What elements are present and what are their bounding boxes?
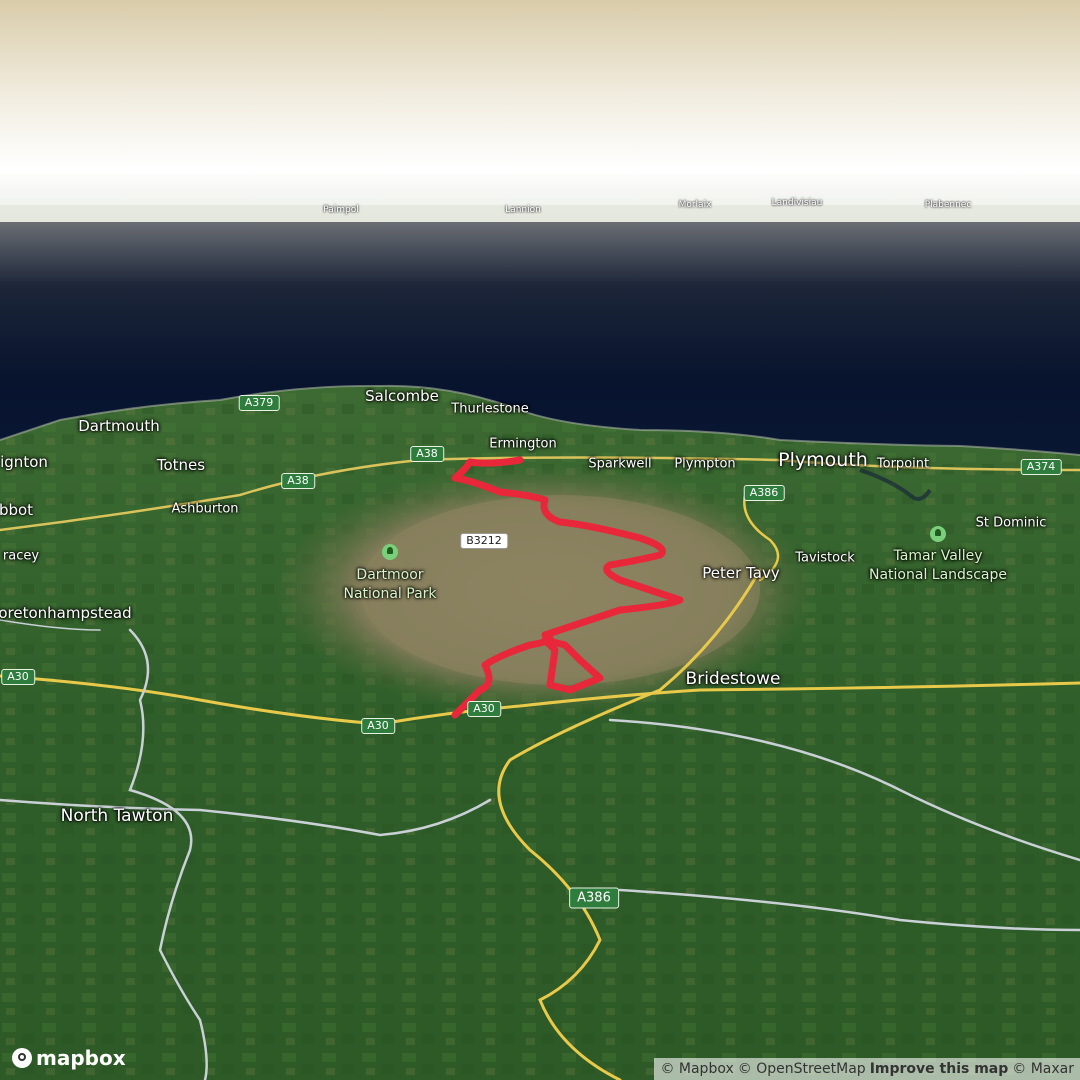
park-dartmoor-line1: Dartmoor <box>356 567 424 583</box>
road-shield-a38: A38 <box>410 446 444 462</box>
place-torpoint: Torpoint <box>876 456 930 472</box>
mapbox-logo-text: mapbox <box>36 1046 126 1070</box>
place-plymouth: Plymouth <box>778 449 868 471</box>
attribution-osm[interactable]: © OpenStreetMap <box>738 1061 866 1077</box>
place-plabennec: Plabennec <box>924 200 972 210</box>
park-dartmoor: Dartmoor National Park <box>343 566 436 604</box>
sky <box>0 0 1080 225</box>
attribution-mapbox[interactable]: © Mapbox <box>660 1061 733 1077</box>
mapbox-logo[interactable]: mapbox <box>12 1046 126 1070</box>
attribution-improve[interactable]: Improve this map <box>870 1061 1009 1077</box>
place-tavistock: Tavistock <box>795 550 855 566</box>
satellite-map[interactable] <box>0 0 1080 1080</box>
place-paignton: ignton <box>0 453 48 471</box>
road-shield-a38: A38 <box>281 473 315 489</box>
place-thurlestone: Thurlestone <box>451 401 529 417</box>
place-tracey: racey <box>2 548 40 564</box>
attribution-maxar[interactable]: © Maxar <box>1012 1061 1074 1077</box>
attribution: © Mapbox © OpenStreetMap Improve this ma… <box>654 1058 1080 1080</box>
place-morlaix: Morlaix <box>678 200 712 210</box>
place-moretonhampstead: oretonhampstead <box>0 604 132 622</box>
place-ermington: Ermington <box>489 436 557 452</box>
place-st-dominic: St Dominic <box>975 515 1047 531</box>
road-shield-a379: A379 <box>238 395 280 411</box>
place-bridestowe: Bridestowe <box>685 669 781 689</box>
place-abbot: bbot <box>0 501 34 519</box>
place-lannion: Lannion <box>505 205 541 215</box>
place-landivisiau: Landivisiau <box>771 198 823 208</box>
road-shield-a386: A386 <box>569 887 619 909</box>
road-shield-b3212: B3212 <box>460 533 508 549</box>
park-icon <box>930 526 946 542</box>
place-north-tawton: North Tawton <box>60 806 174 826</box>
place-dartmouth: Dartmouth <box>78 417 160 435</box>
park-icon <box>382 544 398 560</box>
mapbox-logo-icon <box>12 1048 32 1068</box>
park-tamar-line2: National Landscape <box>869 567 1007 583</box>
park-dartmoor-line2: National Park <box>343 586 437 602</box>
place-paimpol: Paimpol <box>323 205 359 215</box>
place-ashburton: Ashburton <box>171 501 239 517</box>
road-shield-a30: A30 <box>467 701 501 717</box>
road-shield-a386: A386 <box>743 485 785 501</box>
place-peter-tavy: Peter Tavy <box>702 564 780 582</box>
place-totnes: Totnes <box>156 456 206 474</box>
park-tamar-valley: Tamar Valley National Landscape <box>869 547 1007 585</box>
road-shield-a30: A30 <box>361 718 395 734</box>
road-shield-a374: A374 <box>1020 459 1062 475</box>
place-salcombe: Salcombe <box>365 387 439 405</box>
park-tamar-line1: Tamar Valley <box>893 548 983 564</box>
place-sparkwell: Sparkwell <box>588 456 652 472</box>
place-plympton: Plympton <box>674 456 736 472</box>
road-shield-a30: A30 <box>1 669 35 685</box>
